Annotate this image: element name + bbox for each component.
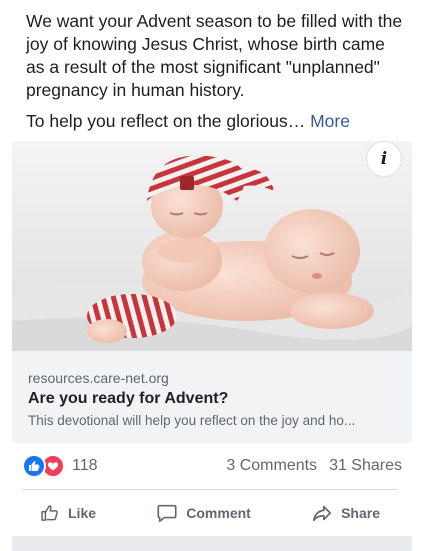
like-reaction-icon[interactable] [22, 454, 46, 478]
reaction-count[interactable]: 118 [72, 457, 98, 475]
link-preview-meta[interactable]: resources.care-net.org Are you ready for… [28, 369, 398, 430]
thumbs-up-icon [41, 505, 58, 521]
next-post-edge [12, 536, 412, 551]
see-more-link[interactable]: More [310, 111, 350, 131]
link-preview-card[interactable]: i resources.care-net.org Are you ready f… [12, 141, 412, 443]
engagement-stats: 118 3 Comments 31 Shares [22, 453, 402, 479]
comments-count[interactable]: 3 Comments [226, 457, 317, 475]
share-button[interactable]: Share [293, 496, 398, 530]
shares-count[interactable]: 31 Shares [329, 457, 402, 475]
sleeping-babies-photo [12, 141, 412, 351]
link-preview-image[interactable]: i [12, 141, 412, 351]
post-text-paragraph: We want your Advent season to be filled … [26, 11, 403, 100]
post-text: We want your Advent season to be filled … [26, 10, 406, 133]
post-text-truncated: To help you reflect on the glorious… [26, 111, 306, 131]
link-description: This devotional will help you reflect on… [28, 413, 356, 428]
comment-button[interactable]: Comment [138, 496, 269, 530]
link-domain: resources.care-net.org [28, 370, 169, 386]
comment-bubble-icon [157, 504, 177, 523]
action-bar: Like Comment Share [22, 496, 398, 530]
divider [22, 489, 398, 490]
post-text-paragraph-truncated: To help you reflect on the glorious… Mor… [26, 110, 406, 133]
share-arrow-icon [313, 505, 332, 522]
info-icon[interactable]: i [366, 141, 402, 177]
like-label: Like [68, 505, 97, 521]
like-button[interactable]: Like [22, 496, 114, 530]
share-label: Share [341, 505, 380, 521]
link-headline[interactable]: Are you ready for Advent? [28, 389, 398, 409]
comment-label: Comment [186, 505, 251, 521]
